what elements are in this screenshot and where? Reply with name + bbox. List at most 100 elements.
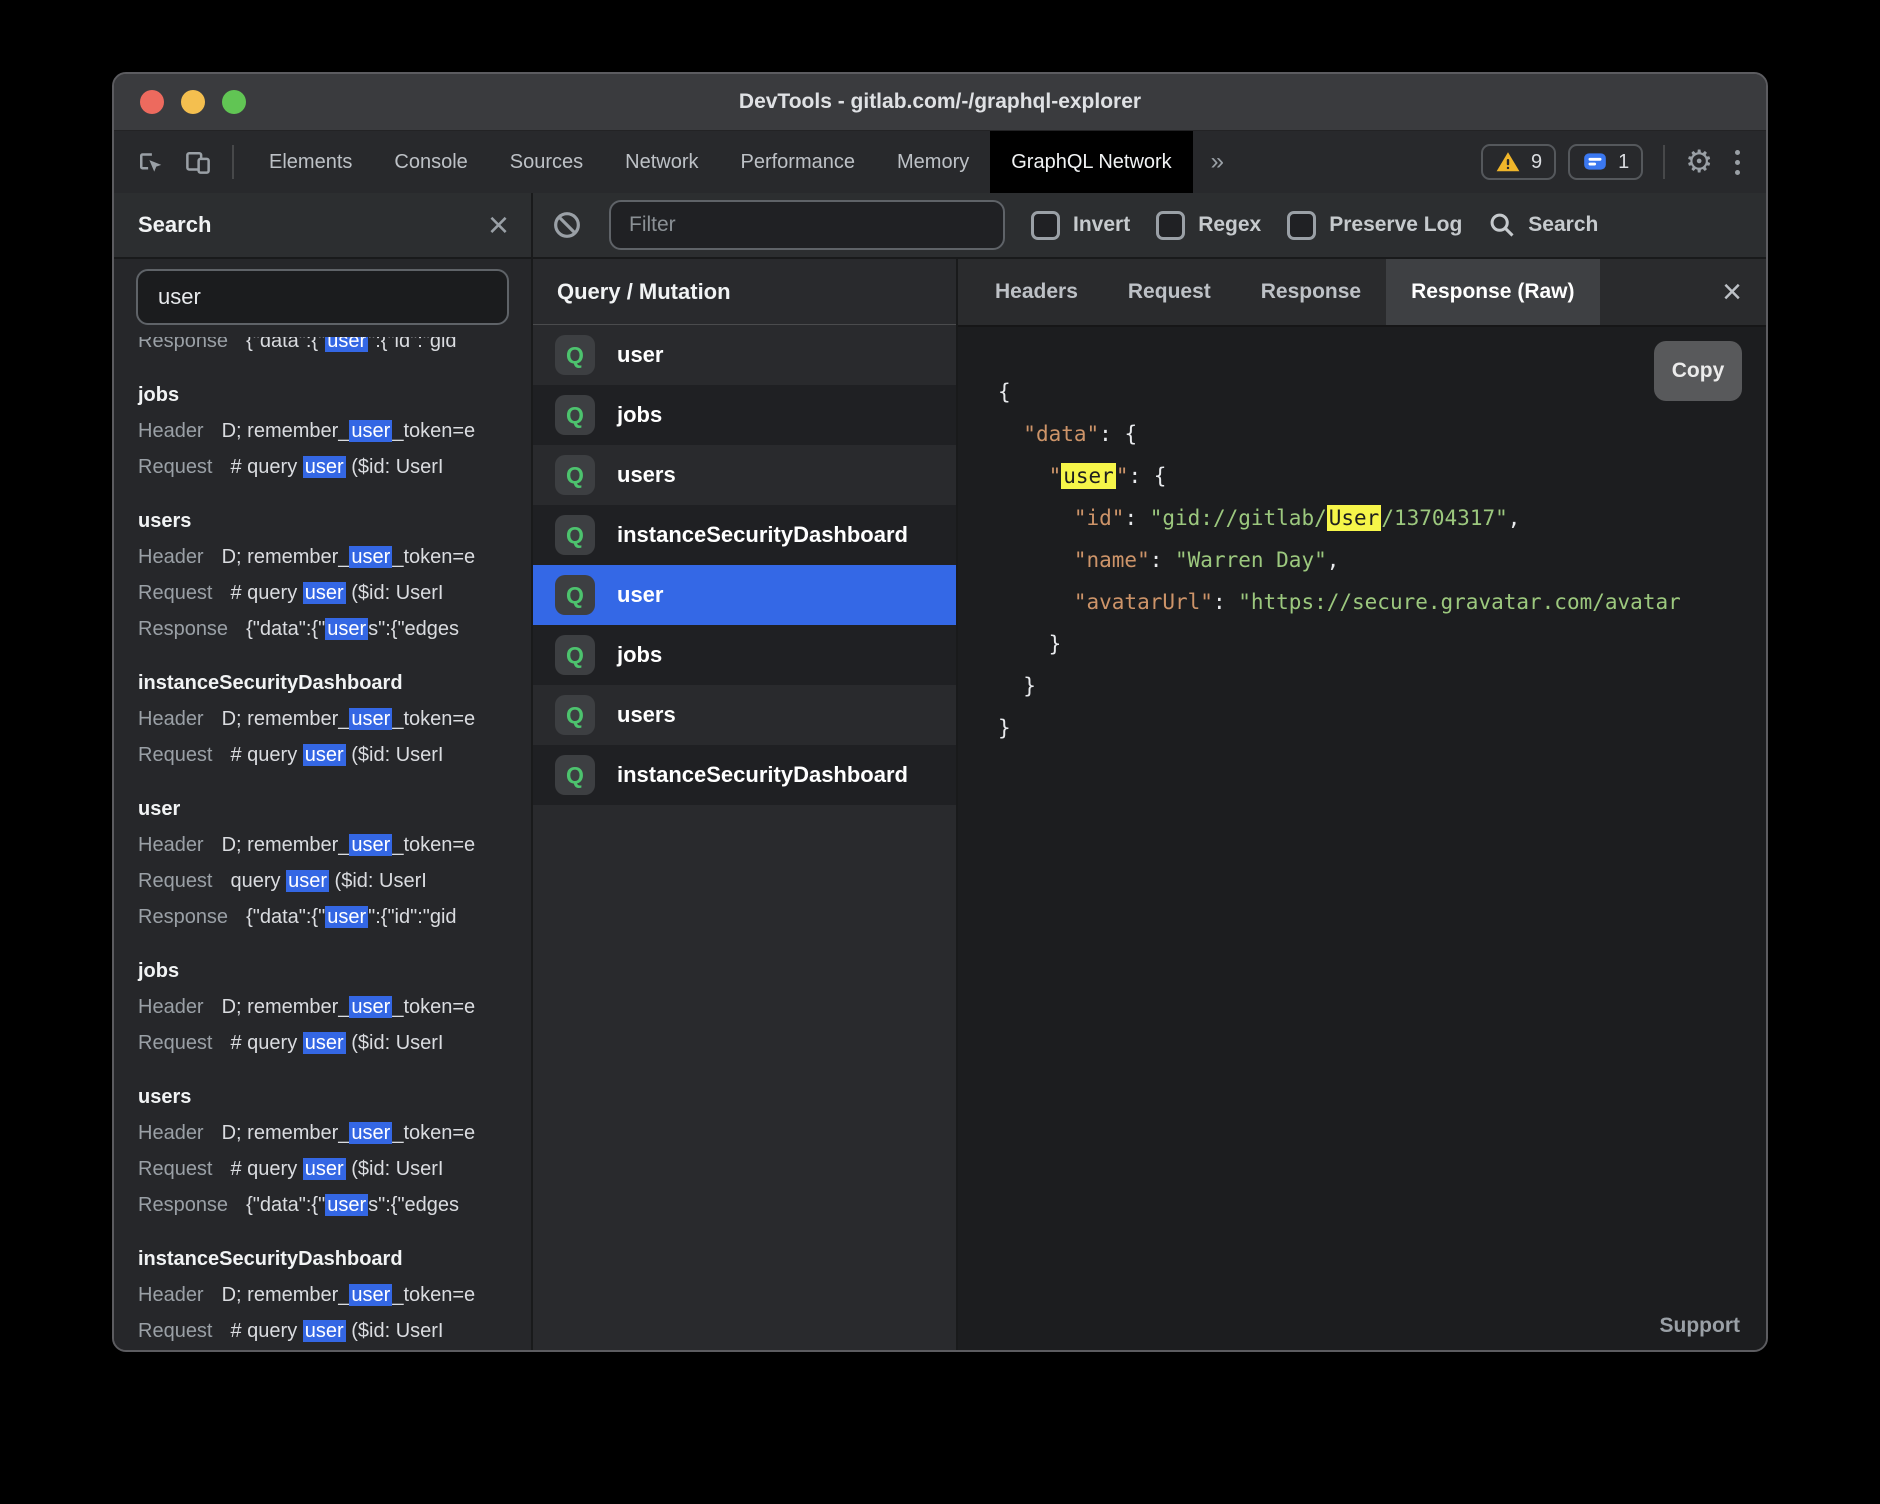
search-result-row[interactable]: Request# query user ($id: UserI — [138, 1025, 531, 1061]
tab-graphql-network[interactable]: GraphQL Network — [990, 131, 1192, 193]
search-result-row-value: {"data":{"users":{"edges — [246, 1194, 459, 1216]
more-tabs-chevron[interactable]: » — [1193, 131, 1242, 193]
search-result-row[interactable]: Header D; remember_user_token=e — [138, 1277, 531, 1313]
copy-button[interactable]: Copy — [1654, 341, 1742, 401]
search-result-row[interactable]: Request# query user ($id: UserI — [138, 449, 531, 485]
minimize-window-button[interactable] — [181, 90, 205, 114]
search-result-row[interactable]: Request # query user ($id: UserI — [138, 737, 531, 773]
query-list-item-user[interactable]: Quser — [533, 325, 956, 385]
regex-checkbox[interactable] — [1156, 211, 1185, 240]
tab-elements[interactable]: Elements — [248, 131, 373, 193]
search-result-row-label: Request — [138, 1320, 213, 1342]
json-line: } — [998, 623, 1766, 665]
tab-headers[interactable]: Headers — [970, 259, 1103, 325]
tab-performance[interactable]: Performance — [720, 131, 877, 193]
messages-badge[interactable]: 1 — [1568, 144, 1643, 180]
preserve-log-checkbox[interactable] — [1287, 211, 1316, 240]
search-match-highlight: user — [303, 1032, 346, 1054]
search-result-row-value: D; remember_user_token=e — [222, 1284, 476, 1306]
search-panel-title: Search — [138, 212, 211, 238]
search-result-row[interactable]: Response{"data":{"user":{"id":"gid — [138, 899, 531, 935]
search-match-highlight: user — [325, 906, 368, 928]
tab-memory[interactable]: Memory — [876, 131, 990, 193]
close-search-icon[interactable]: × — [488, 207, 509, 243]
search-result-row[interactable]: HeaderD; remember_user_token=e — [138, 539, 531, 575]
search-result-row[interactable]: Requestquery user ($id: UserI — [138, 863, 531, 899]
query-list-item-user[interactable]: Quser — [533, 565, 956, 625]
search-match-highlight: user — [286, 870, 329, 892]
search-match-highlight: user — [349, 834, 392, 856]
query-list-item-instancesecuritydashboard[interactable]: QinstanceSecurityDashboard — [533, 745, 956, 805]
query-list-item-instancesecuritydashboard[interactable]: QinstanceSecurityDashboard — [533, 505, 956, 565]
search-result-row[interactable]: HeaderD; remember_user_token=e — [138, 413, 531, 449]
devtools-window: DevTools - gitlab.com/-/graphql-explorer… — [112, 72, 1768, 1352]
search-panel: Response{"data":{"user":{"id":"gidjobsHe… — [114, 259, 533, 1350]
tab-response[interactable]: Response — [1236, 259, 1386, 325]
search-result-row[interactable]: HeaderD; remember_user_token=e — [138, 827, 531, 863]
preserve-log-label: Preserve Log — [1329, 213, 1462, 237]
search-result-row-label: Request — [138, 744, 213, 766]
tab-sources[interactable]: Sources — [489, 131, 604, 193]
search-result-row[interactable]: HeaderD; remember_user_token=e — [138, 701, 531, 737]
panel-toolbar-row: Search × Invert Regex Preserve Log Searc… — [114, 193, 1766, 259]
search-result-group-title: user — [138, 791, 531, 827]
tab-network[interactable]: Network — [604, 131, 719, 193]
search-result-row-label: Header — [138, 1284, 204, 1306]
close-panel-icon[interactable]: × — [1722, 259, 1766, 325]
close-window-button[interactable] — [140, 90, 164, 114]
search-result-row-label: Request — [138, 870, 213, 892]
search-result-row[interactable]: Request# query user ($id: UserI — [138, 1313, 531, 1349]
tab-console[interactable]: Console — [373, 131, 488, 193]
message-count: 1 — [1618, 151, 1629, 174]
query-type-badge: Q — [555, 755, 595, 795]
query-list-item-jobs[interactable]: Qjobs — [533, 625, 956, 685]
zoom-window-button[interactable] — [222, 90, 246, 114]
clear-block-icon[interactable] — [551, 209, 583, 241]
search-result-row[interactable]: Request# query user ($id: UserI — [138, 575, 531, 611]
search-result-row-value: D; remember_user_token=e — [222, 1122, 476, 1144]
search-input[interactable] — [136, 269, 509, 325]
search-match-highlight: user — [303, 744, 346, 766]
query-list-item-label: instanceSecurityDashboard — [617, 522, 908, 548]
device-toolbar-icon[interactable] — [176, 140, 220, 184]
search-result-row-value: # query user ($id: UserI — [231, 744, 444, 766]
window-title: DevTools - gitlab.com/-/graphql-explorer — [114, 90, 1766, 114]
search-result-row-label: Response — [138, 337, 228, 352]
search-match-highlight: user — [349, 996, 392, 1018]
filter-input[interactable] — [609, 200, 1005, 250]
search-result-row[interactable]: Response{"data":{"users":{"edges — [138, 611, 531, 647]
query-list-item-users[interactable]: Qusers — [533, 685, 956, 745]
traffic-lights — [114, 90, 246, 114]
invert-checkbox[interactable] — [1031, 211, 1060, 240]
search-result-row-label: Request — [138, 1032, 213, 1054]
search-result-row-value: # query user ($id: UserI — [231, 582, 444, 604]
settings-gear-icon[interactable]: ⚙ — [1685, 147, 1713, 178]
query-list-item-jobs[interactable]: Qjobs — [533, 385, 956, 445]
inspect-element-icon[interactable] — [128, 140, 172, 184]
json-line: "user": { — [998, 455, 1766, 497]
search-toggle[interactable]: Search — [1488, 211, 1598, 239]
search-result-row-value: D; remember_user_token=e — [222, 546, 476, 568]
search-match-highlight: user — [303, 456, 346, 478]
devtools-tabbar: ElementsConsoleSourcesNetworkPerformance… — [114, 131, 1766, 193]
warnings-badge[interactable]: 9 — [1481, 144, 1556, 180]
tab-request[interactable]: Request — [1103, 259, 1236, 325]
search-result-row[interactable]: HeaderD; remember_user_token=e — [138, 989, 531, 1025]
json-line: } — [998, 665, 1766, 707]
search-result-group-title: instanceSecurityDashboard — [138, 1241, 531, 1277]
search-match-highlight: user — [303, 582, 346, 604]
search-result-row[interactable]: Request# query user ($id: UserI — [138, 1151, 531, 1187]
search-result-row-value: D; remember_user_token=e — [222, 420, 476, 442]
tab-response-raw[interactable]: Response (Raw) — [1386, 259, 1599, 325]
search-result-row[interactable]: Response{"data":{"user":{"id":"gid — [138, 337, 531, 359]
search-result-group-title: instanceSecurityDashboard — [138, 665, 531, 701]
query-list-item-users[interactable]: Qusers — [533, 445, 956, 505]
search-result-row[interactable]: HeaderD; remember_user_token=e — [138, 1115, 531, 1151]
search-result-row-label: Header — [138, 834, 204, 856]
query-type-badge: Q — [555, 695, 595, 735]
more-options-kebab-icon[interactable] — [1725, 150, 1750, 175]
search-result-row-label: Request — [138, 1158, 213, 1180]
support-link[interactable]: Support — [1660, 1314, 1740, 1338]
search-result-row[interactable]: Response{"data":{"users":{"edges — [138, 1187, 531, 1223]
query-list-item-label: users — [617, 702, 676, 728]
